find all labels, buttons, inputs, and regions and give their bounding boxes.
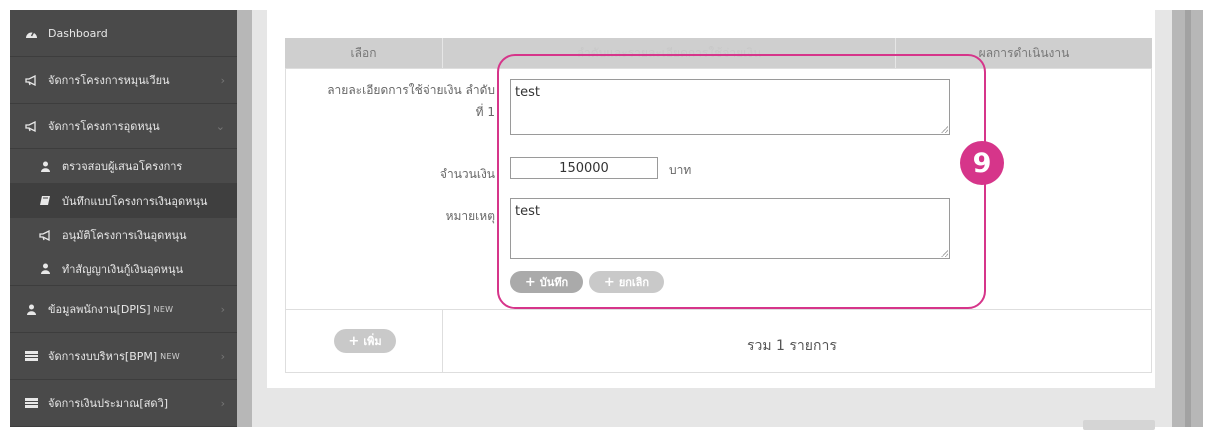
sidebar-item-employee-dpis[interactable]: ข้อมูลพนักงาน[DPIS] NEW › [10,286,237,333]
user-icon [38,160,52,172]
row-divider [285,372,1152,373]
sidebar-item-label: จัดการเงินประมาณ[สดวิ] [48,397,169,410]
annotation-highlight-box [497,54,986,309]
item-count-summary: รวม 1 รายการ [747,338,837,354]
sidebar-item-label: ข้อมูลพนักงาน[DPIS] [48,303,151,316]
sidebar-subitem-approve-subsidy[interactable]: อนุมัติโครงการเงินอุดหนุน [10,218,237,252]
sidebar-item-revolving-projects[interactable]: จัดการโครงการหมุนเวียน › [10,57,237,104]
col-divider [285,68,286,373]
new-badge: NEW [160,351,181,361]
sidebar-item-label: ทำสัญญาเงินกู้เงินอุดหนุน [62,262,184,276]
detail-label: ลายละเอียดการใช้จ่ายเงิน ลำดับ ที่ 1 [327,83,495,119]
header-select: เลือก [285,38,443,68]
book-icon [38,195,52,207]
dashboard-icon [24,27,38,39]
new-badge: NEW [153,304,174,314]
chevron-right-icon: › [220,73,225,87]
megaphone-icon [38,229,52,241]
megaphone-icon [24,74,38,86]
col-divider [442,309,443,373]
sidebar-item-label: Dashboard [48,26,108,40]
sidebar-item-label: จัดการงบบริหาร[BPM] [48,350,158,363]
amount-label: จำนวนเงิน [439,167,495,181]
sidebar-item-subsidy-projects[interactable]: จัดการโครงการอุดหนุน ⌄ [10,104,237,149]
sidebar: Dashboard จัดการโครงการหมุนเวียน › จัดกา… [10,10,237,427]
sidebar-item-label: จัดการโครงการอุดหนุน [48,120,160,133]
sidebar-subitem-check-proposers[interactable]: ตรวจสอบผู้เสนอโครงการ [10,149,237,183]
annotation-step-badge: 9 [960,141,1004,185]
note-label: หมายเหตุ [445,209,495,223]
sidebar-item-label: ตรวจสอบผู้เสนอโครงการ [62,160,183,173]
sidebar-item-dashboard[interactable]: Dashboard [10,10,237,57]
content-border-left [237,10,252,427]
scrollbar-track[interactable] [1185,10,1191,427]
chevron-right-icon: › [220,349,225,363]
sidebar-item-label: บันทึกแบบโครงการเงินอุดหนุน [62,194,208,208]
chevron-right-icon: › [220,396,225,410]
user-icon [24,303,38,315]
chevron-down-icon: ⌄ [215,119,225,133]
chevron-right-icon: › [220,302,225,316]
sidebar-item-budget-funds[interactable]: จัดการเงินประมาณ[สดวิ] › [10,380,237,427]
sidebar-item-label: จัดการโครงการหมุนเวียน [48,74,170,87]
col-divider [1151,68,1152,373]
add-button[interactable]: + เพิ่ม [334,329,396,353]
megaphone-icon [24,120,38,132]
bottom-button[interactable] [1083,420,1155,430]
plus-icon: + [348,333,360,349]
sidebar-item-admin-budget-bpm[interactable]: จัดการงบบริหาร[BPM] NEW › [10,333,237,380]
sidebar-subitem-loan-contract[interactable]: ทำสัญญาเงินกู้เงินอุดหนุน [10,252,237,286]
table-icon [24,397,38,409]
user-icon [38,263,52,275]
table-icon [24,350,38,362]
row-divider [285,309,1152,310]
sidebar-item-label: อนุมัติโครงการเงินอุดหนุน [62,229,187,242]
sidebar-subitem-record-subsidy-form[interactable]: บันทึกแบบโครงการเงินอุดหนุน [10,183,237,218]
